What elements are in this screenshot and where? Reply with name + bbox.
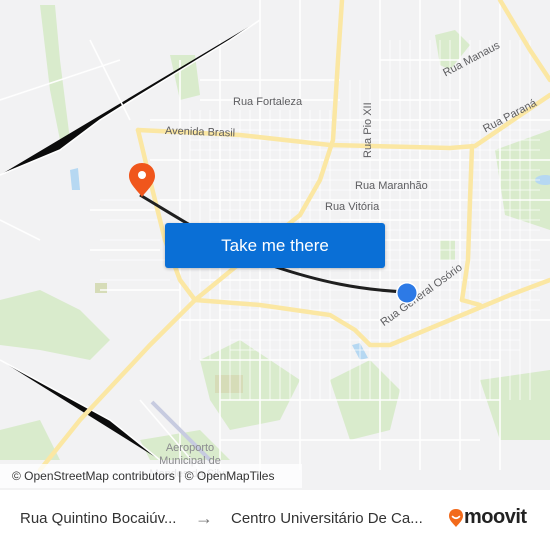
street-label-rua-maranhao: Rua Maranhão <box>355 180 428 192</box>
farmland-small <box>95 283 107 293</box>
map-view[interactable]: Rua Fortaleza Avenida Brasil Rua Pio XII… <box>0 0 550 490</box>
destination-pin-icon[interactable] <box>127 162 157 198</box>
route-footer: Rua Quintino Bocaiúv... → Centro Univers… <box>0 490 550 550</box>
street-label-rua-fortaleza: Rua Fortaleza <box>233 96 303 108</box>
moovit-wordmark: moovit <box>464 506 527 528</box>
airport-label-line1: Aeroporto <box>165 442 215 454</box>
street-label-rua-pio-xii: Rua Pio XII <box>362 102 374 158</box>
street-label-rua-vitoria: Rua Vitória <box>325 201 380 213</box>
block-texture <box>100 40 540 400</box>
arrow-right-icon: → <box>195 508 213 528</box>
destination-name: Centro Universitário De Ca... <box>231 510 423 527</box>
street-label-avenida-brasil: Avenida Brasil <box>164 125 236 140</box>
origin-location-icon[interactable] <box>395 281 419 305</box>
moovit-pin-icon <box>449 508 463 527</box>
moovit-logo[interactable]: moovit <box>448 506 527 529</box>
origin-name: Rua Quintino Bocaiúv... <box>20 510 177 527</box>
take-me-there-button[interactable]: Take me there <box>165 223 385 268</box>
map-attribution[interactable]: © OpenStreetMap contributors | © OpenMap… <box>0 464 302 488</box>
